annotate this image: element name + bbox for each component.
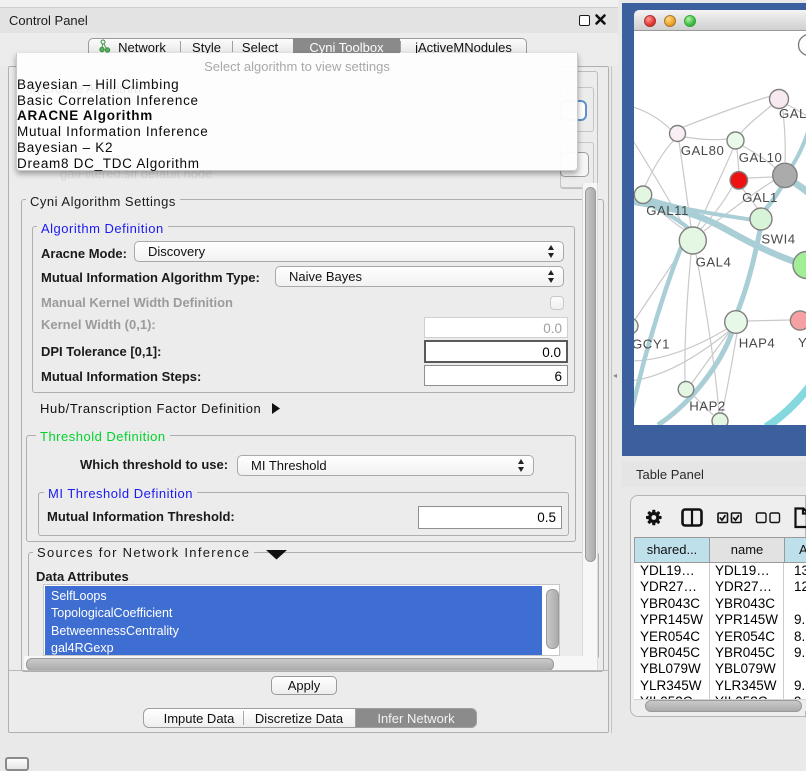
svg-text:GAL10: GAL10 bbox=[739, 150, 783, 165]
svg-text:Y: Y bbox=[798, 335, 806, 350]
svg-text:SWI4: SWI4 bbox=[761, 232, 795, 247]
svg-text:HAP2: HAP2 bbox=[689, 399, 725, 414]
svg-text:GAL7: GAL7 bbox=[779, 106, 806, 121]
svg-text:GAL11: GAL11 bbox=[646, 203, 689, 218]
svg-text:GCY1: GCY1 bbox=[634, 337, 670, 352]
svg-text:GAL4: GAL4 bbox=[696, 255, 732, 270]
svg-text:GAL1: GAL1 bbox=[742, 190, 778, 205]
svg-text:HAP4: HAP4 bbox=[739, 336, 775, 351]
svg-text:GAL80: GAL80 bbox=[681, 143, 725, 158]
